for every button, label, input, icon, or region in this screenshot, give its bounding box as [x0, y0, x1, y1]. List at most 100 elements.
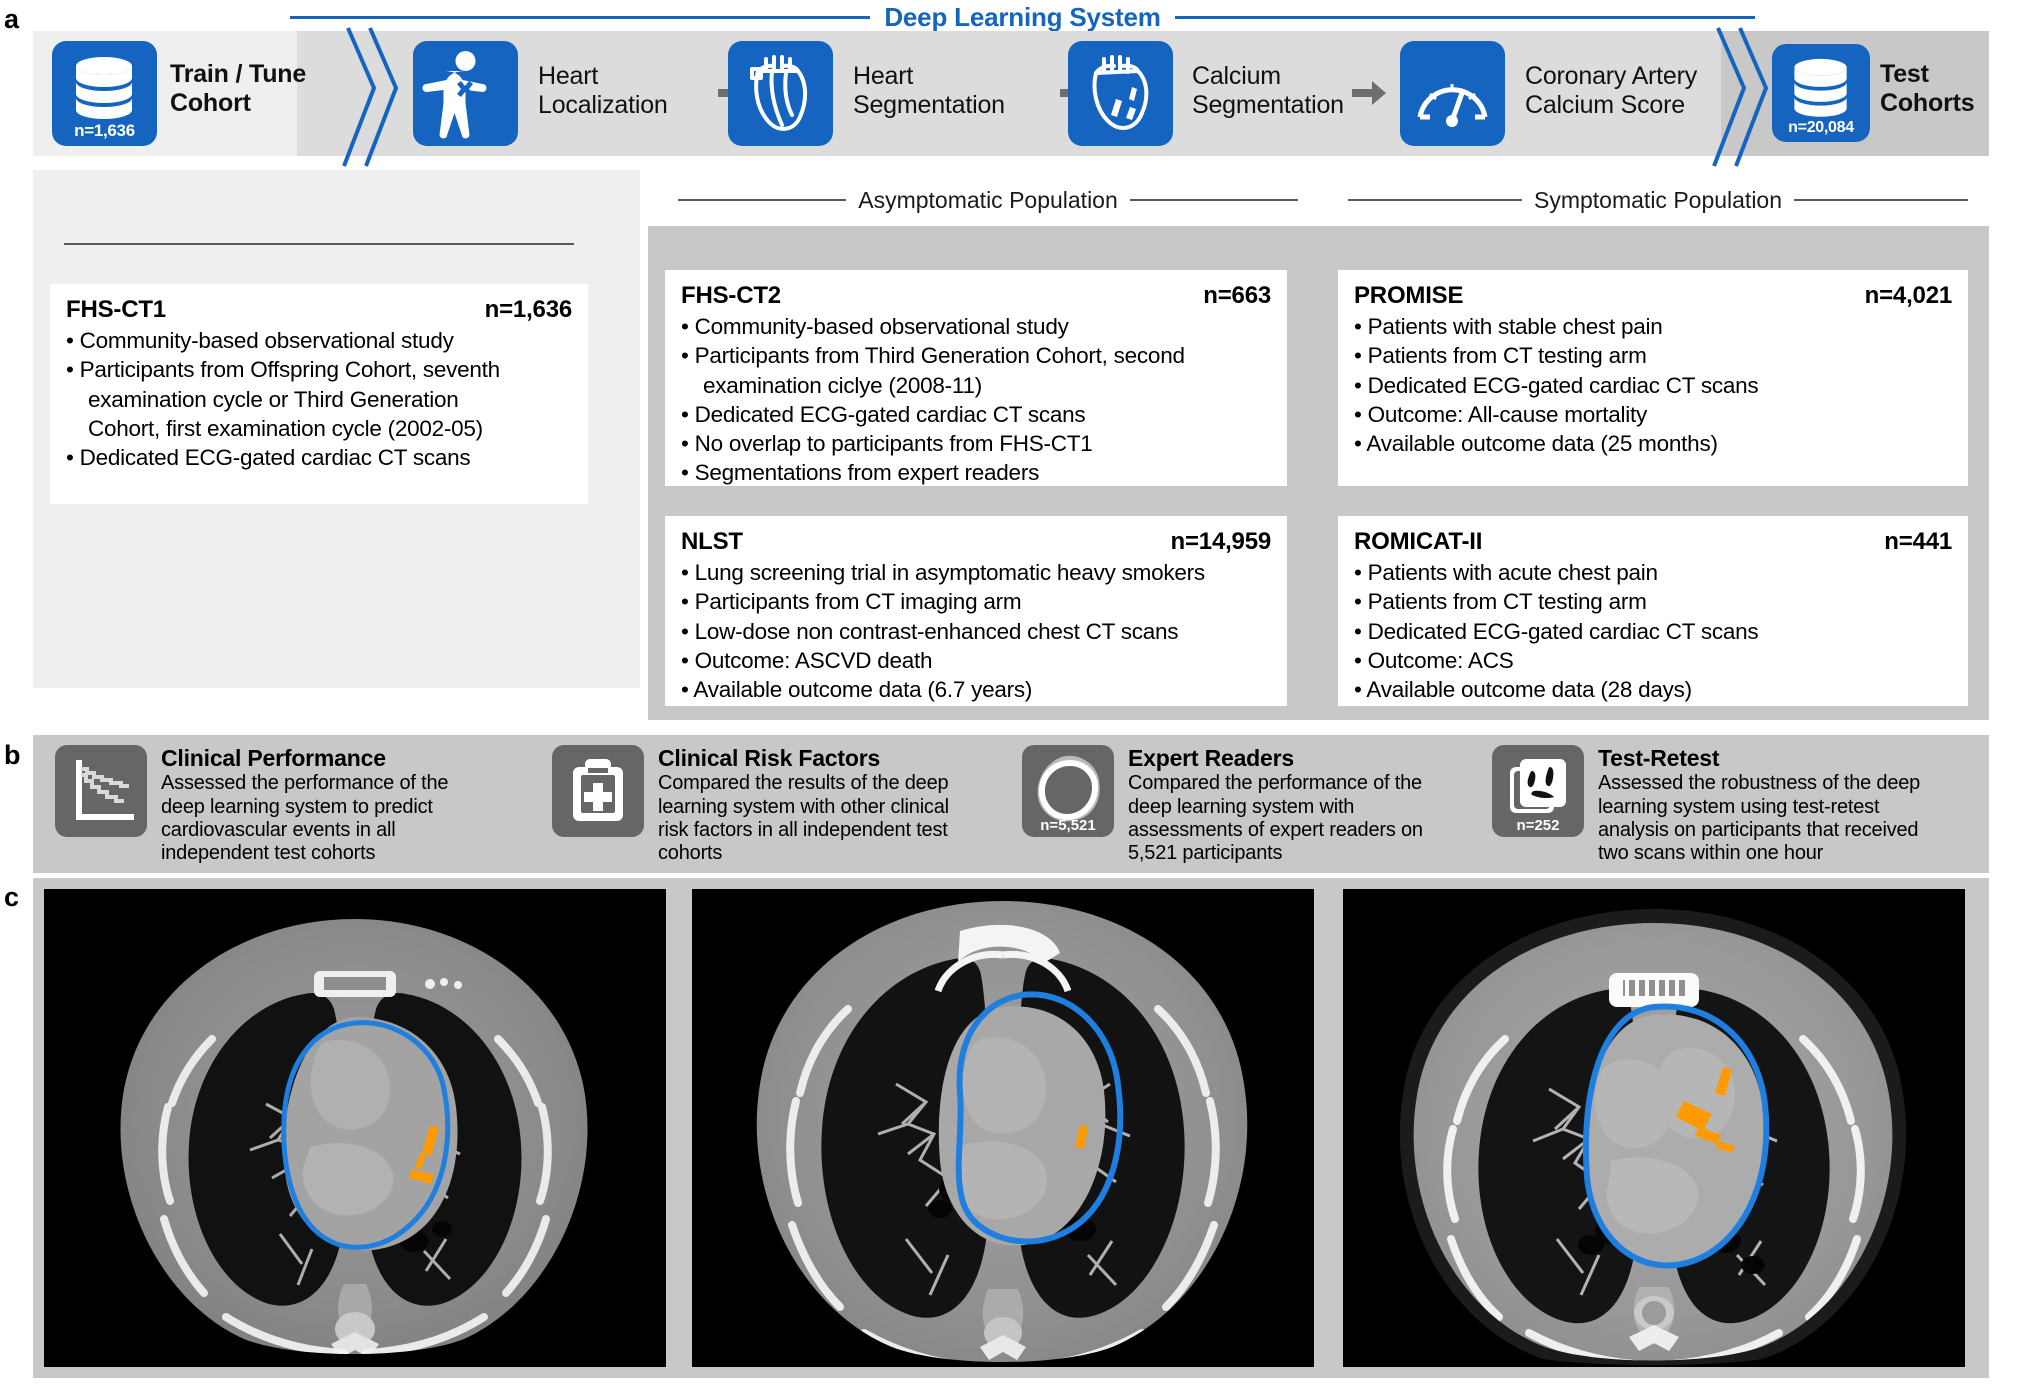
- body-heart-localization-icon: [422, 51, 487, 139]
- study-n: n=441: [1884, 528, 1952, 555]
- card-header: FHS-CT2 n=663: [681, 282, 1271, 310]
- study-bullets: Community-based observational study Part…: [66, 326, 572, 472]
- rule-line-left: [1348, 199, 1522, 201]
- survival-curve-icon: [76, 760, 134, 820]
- list-item: Community-based observational study: [66, 326, 572, 355]
- calcium-segmentation-tile: [1068, 41, 1173, 146]
- figure-root: a Deep Learning System n=1,636 Train / T…: [0, 0, 2025, 1384]
- study-card-fhs-ct2: FHS-CT2 n=663 Community-based observatio…: [665, 270, 1287, 486]
- study-card-fhs-ct1: FHS-CT1 n=1,636 Community-based observat…: [50, 284, 588, 504]
- step2-line2: Segmentation: [853, 91, 1005, 119]
- analysis-description: Compared the performance of the deep lea…: [1128, 772, 1423, 864]
- analysis-description: Assessed the performance of the deep lea…: [161, 772, 449, 864]
- list-item: Patients from CT testing arm: [1354, 587, 1952, 616]
- step-label-calcium-segmentation: Calcium Segmentation: [1192, 62, 1344, 120]
- card-header: ROMICAT-II n=441: [1354, 528, 1952, 556]
- list-item: Patients with acute chest pain: [1354, 558, 1952, 587]
- list-item: Segmentations from expert readers: [681, 458, 1271, 487]
- test-cohorts-label: Test Cohorts: [1880, 60, 1975, 118]
- list-item: Lung screening trial in asymptomatic hea…: [681, 558, 1271, 587]
- analysis-card-expert-readers: n=5,521 Expert Readers Compared the perf…: [1022, 745, 1492, 865]
- study-n: n=663: [1203, 282, 1271, 309]
- asymptomatic-section-rule: Asymptomatic Population: [678, 187, 1299, 213]
- list-item: Patients from CT testing arm: [1354, 341, 1952, 370]
- analysis-title: Clinical Performance: [161, 745, 386, 771]
- heart-localization-tile: [413, 41, 518, 146]
- analysis-card-clinical-performance: Clinical Performance Assessed the perfor…: [55, 745, 525, 865]
- step-label-cac-score: Coronary Artery Calcium Score: [1525, 62, 1697, 120]
- study-n: n=14,959: [1170, 528, 1272, 555]
- panel-letter-c: c: [4, 882, 20, 912]
- analysis-card-test-retest: n=252 Test-Retest Assessed the robustnes…: [1492, 745, 1992, 865]
- analysis-text: Clinical Risk Factors Compared the resul…: [658, 745, 949, 865]
- study-name: FHS-CT1: [66, 296, 166, 323]
- tile-n-label: n=5,521: [1040, 817, 1096, 834]
- list-item: Available outcome data (25 months): [1354, 429, 1952, 458]
- cac-score-tile: [1400, 41, 1505, 146]
- axial-chest-ct-3: [1343, 889, 1965, 1367]
- axial-chest-ct-1: [44, 889, 666, 1367]
- tile-n-label: n=252: [1516, 817, 1560, 834]
- analysis-description: Assessed the robustness of the deep lear…: [1598, 772, 1921, 864]
- study-name: FHS-CT2: [681, 282, 781, 309]
- step2-line1: Heart: [853, 62, 914, 90]
- study-bullets: Community-based observational study Part…: [681, 312, 1271, 488]
- list-item: Dedicated ECG-gated cardiac CT scans: [66, 443, 572, 472]
- train-section-rule: [64, 231, 574, 257]
- step1-line2: Localization: [538, 91, 668, 119]
- step-label-heart-segmentation: Heart Segmentation: [853, 62, 1005, 120]
- train-cohort-label: Train / Tune Cohort: [170, 60, 306, 118]
- list-item: Participants from Third Generation Cohor…: [681, 341, 1271, 400]
- test-cohorts-label-line1: Test: [1880, 60, 1929, 88]
- study-card-nlst: NLST n=14,959 Lung screening trial in as…: [665, 516, 1287, 706]
- test-retest-tile: n=252: [1492, 745, 1584, 837]
- expert-readers-tile: n=5,521: [1022, 745, 1114, 837]
- train-cohort-n-label: n=1,636: [74, 121, 135, 140]
- study-name: ROMICAT-II: [1354, 528, 1483, 555]
- step-label-heart-localization: Heart Localization: [538, 62, 668, 120]
- rule-line: [64, 243, 574, 245]
- card-header: FHS-CT1 n=1,636: [66, 296, 572, 324]
- heart-anatomy-icon: [750, 55, 807, 131]
- panel-letter-b: b: [4, 740, 21, 770]
- list-item: No overlap to participants from FHS-CT1: [681, 429, 1271, 458]
- break-divider-left: [330, 26, 400, 167]
- test-cohorts-n-label: n=20,084: [1788, 119, 1854, 136]
- test-cohorts-tile: n=20,084: [1772, 44, 1870, 142]
- analysis-text: Expert Readers Compared the performance …: [1128, 745, 1423, 865]
- analysis-text: Test-Retest Assessed the robustness of t…: [1598, 745, 1920, 865]
- clinical-performance-tile: [55, 745, 147, 837]
- list-item: Dedicated ECG-gated cardiac CT scans: [1354, 617, 1952, 646]
- panel-letter-a: a: [4, 4, 20, 34]
- analysis-title: Test-Retest: [1598, 745, 1720, 771]
- heart-calcium-icon: [1092, 55, 1149, 130]
- list-item: Outcome: All-cause mortality: [1354, 400, 1952, 429]
- study-n: n=4,021: [1864, 282, 1953, 309]
- clipboard-medical-icon: [573, 759, 623, 821]
- step4-line2: Calcium Score: [1525, 91, 1685, 119]
- break-divider-right: [1700, 26, 1770, 167]
- study-bullets: Patients with stable chest pain Patients…: [1354, 312, 1952, 458]
- heart-segmentation-tile: [728, 41, 833, 146]
- card-header: PROMISE n=4,021: [1354, 282, 1952, 310]
- symptomatic-section-caption: Symptomatic Population: [1534, 186, 1783, 213]
- analysis-title: Expert Readers: [1128, 745, 1294, 771]
- list-item: Patients with stable chest pain: [1354, 312, 1952, 341]
- list-item: Outcome: ASCVD death: [681, 646, 1271, 675]
- analysis-description: Compared the results of the deep learnin…: [658, 772, 949, 864]
- gauge-icon: [1417, 84, 1488, 127]
- rule-line-right: [1129, 199, 1299, 201]
- list-item: Dedicated ECG-gated cardiac CT scans: [1354, 371, 1952, 400]
- study-card-promise: PROMISE n=4,021 Patients with stable che…: [1338, 270, 1968, 486]
- study-bullets: Lung screening trial in asymptomatic hea…: [681, 558, 1271, 704]
- study-bullets: Patients with acute chest pain Patients …: [1354, 558, 1952, 704]
- clinical-risk-factors-tile: [552, 745, 644, 837]
- study-name: NLST: [681, 528, 743, 555]
- header-rule-right: [1174, 15, 1756, 19]
- analysis-text: Clinical Performance Assessed the perfor…: [161, 745, 448, 865]
- deep-learning-system-header: Deep Learning System: [290, 0, 1756, 34]
- list-item: Community-based observational study: [681, 312, 1271, 341]
- symptomatic-section-rule: Symptomatic Population: [1348, 186, 1969, 213]
- card-header: NLST n=14,959: [681, 528, 1271, 556]
- rule-line-right: [1794, 199, 1969, 201]
